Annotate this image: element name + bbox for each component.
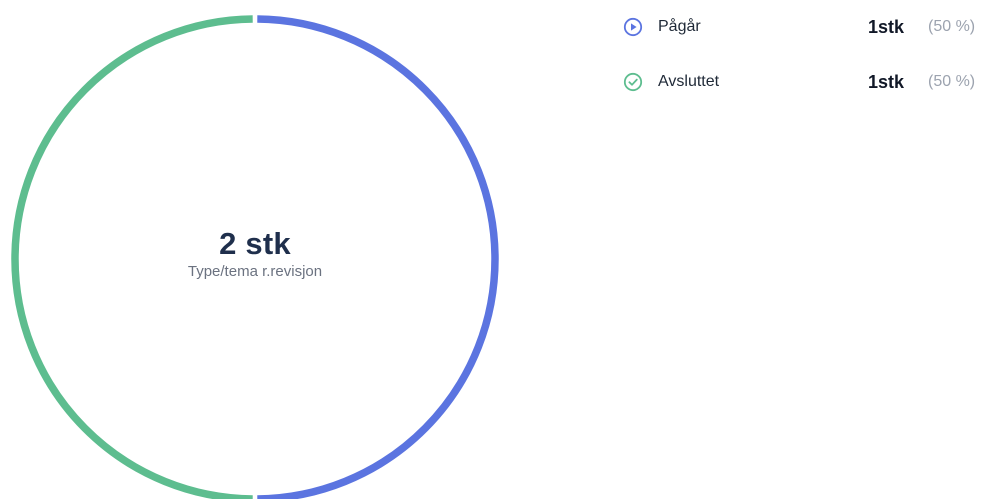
check-circle-icon: [622, 71, 644, 93]
donut-svg: [11, 15, 499, 499]
legend-percent: (50 %): [928, 18, 976, 35]
legend-label: Avsluttet: [658, 73, 720, 90]
donut-segment-1[interactable]: [257, 15, 499, 499]
legend: Pågår 1stk (50 %) Avsluttet 1stk (50 %): [622, 12, 982, 122]
donut-segment-2[interactable]: [11, 15, 253, 499]
legend-count: 1stk: [868, 16, 905, 37]
legend-count: 1stk: [868, 71, 905, 92]
legend-item-avsluttet[interactable]: Avsluttet 1stk (50 %): [622, 67, 982, 97]
legend-label: Pågår: [658, 18, 701, 35]
chart-page: 2 stk Type/tema r.revisjon Pågår 1stk (5…: [0, 0, 989, 499]
legend-percent: (50 %): [928, 73, 976, 90]
donut-chart: 2 stk Type/tema r.revisjon: [8, 12, 502, 499]
play-circle-icon: [622, 16, 644, 38]
legend-item-pagar[interactable]: Pågår 1stk (50 %): [622, 12, 982, 42]
